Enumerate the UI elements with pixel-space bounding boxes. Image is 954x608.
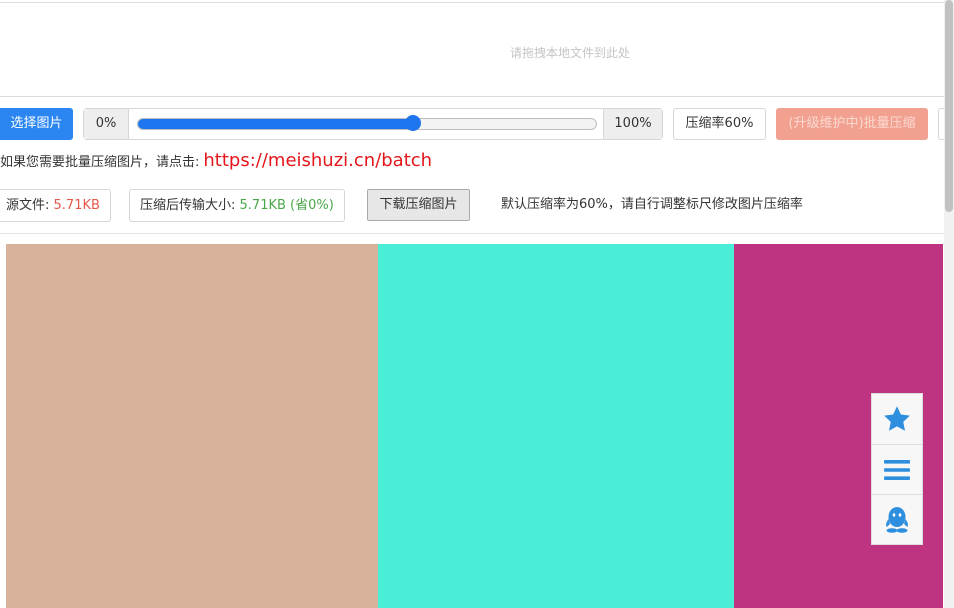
page-scrollbar[interactable] — [944, 0, 954, 608]
divider — [0, 233, 944, 234]
star-icon[interactable] — [872, 394, 922, 444]
compressed-size-label: 压缩后传输大小: — [140, 198, 236, 213]
default-rate-note: 默认压缩率为60%，请自行调整标尺修改图片压缩率 — [501, 197, 803, 212]
drop-zone-hint: 请拖拽本地文件到此处 — [510, 46, 631, 60]
compression-rate-display: 压缩率60% — [673, 108, 766, 140]
batch-link[interactable]: https://meishuzi.cn/batch — [203, 150, 432, 171]
slider-min-label: 0% — [84, 109, 129, 139]
preview-stripe — [378, 244, 734, 608]
scrollbar-thumb[interactable] — [945, 0, 953, 212]
batch-info-text: 如果您需要批量压缩图片，请点击: — [0, 155, 200, 170]
compression-slider-group: 0% 100% — [83, 108, 663, 140]
compression-slider[interactable] — [137, 115, 597, 131]
batch-info: 如果您需要批量压缩图片，请点击: https://meishuzi.cn/batc… — [0, 149, 432, 173]
choose-image-button[interactable]: 选择图片 — [0, 108, 73, 140]
image-preview — [6, 244, 943, 608]
download-button[interactable]: 下载压缩图片 — [367, 189, 470, 221]
preview-stripe — [6, 244, 378, 608]
slider-thumb[interactable] — [404, 115, 421, 131]
batch-compress-button[interactable]: (升级维护中)批量压缩 — [776, 108, 928, 140]
file-drop-zone[interactable]: 请拖拽本地文件到此处 — [0, 2, 944, 97]
compressed-size: 压缩后传输大小: 5.71KB (省0%) — [129, 189, 345, 222]
compressed-size-value: 5.71KB (省0%) — [239, 198, 334, 213]
floating-toolbar — [871, 393, 923, 545]
source-file-size: 源文件: 5.71KB — [0, 189, 111, 222]
slider-fill — [138, 119, 413, 129]
source-file-label: 源文件: — [6, 198, 50, 213]
qq-icon[interactable] — [872, 494, 922, 544]
slider-max-label: 100% — [603, 109, 662, 139]
source-file-value: 5.71KB — [53, 198, 100, 213]
menu-icon[interactable] — [872, 445, 922, 495]
